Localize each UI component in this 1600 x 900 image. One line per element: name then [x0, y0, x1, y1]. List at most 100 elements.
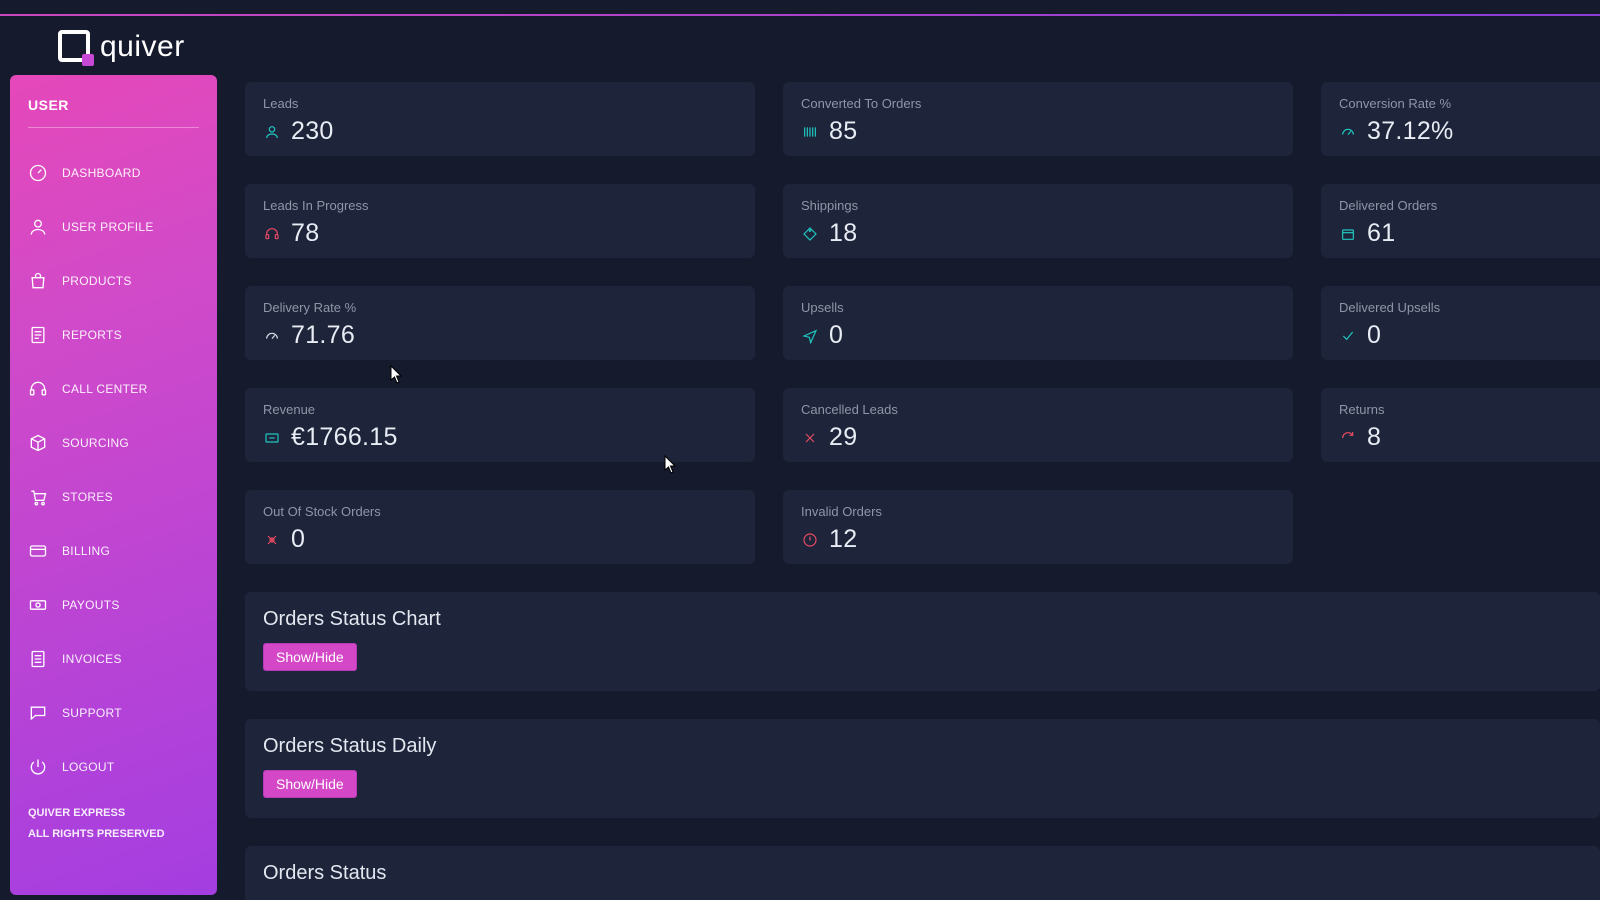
- stat-title: Converted To Orders: [801, 96, 1275, 111]
- stat-value: €1766.15: [291, 423, 398, 452]
- stat-card-conversion-rate-: Conversion Rate % 37.12%: [1321, 82, 1600, 156]
- sidebar-section-label: USER: [28, 97, 199, 128]
- stat-title: Conversion Rate %: [1339, 96, 1600, 111]
- stat-value: 29: [829, 423, 857, 452]
- stat-title: Delivered Orders: [1339, 198, 1600, 213]
- stat-value: 71.76: [291, 321, 355, 350]
- sidebar-item-label: CALL CENTER: [62, 382, 148, 396]
- stat-title: Upsells: [801, 300, 1275, 315]
- headset-icon: [263, 225, 281, 243]
- bag-icon: [28, 271, 48, 291]
- sidebar-footer: QUIVER EXPRESS ALL RIGHTS PRESERVED: [28, 803, 165, 845]
- sidebar-item-products[interactable]: PRODUCTS: [28, 254, 199, 308]
- stats-grid: Leads230 Converted To Orders 85 Conversion …: [245, 82, 1600, 564]
- sidebar-item-reports[interactable]: REPORTS: [28, 308, 199, 362]
- box-icon: [1339, 225, 1357, 243]
- card-icon: [28, 541, 48, 561]
- sidebar-item-invoices[interactable]: INVOICES: [28, 632, 199, 686]
- speed-icon: [1339, 123, 1357, 141]
- stat-value: 12: [829, 525, 857, 554]
- sidebar-item-label: STORES: [62, 490, 113, 504]
- sidebar-item-label: BILLING: [62, 544, 110, 558]
- stat-card-delivered-orders: Delivered Orders 61: [1321, 184, 1600, 258]
- stat-title: Delivery Rate %: [263, 300, 737, 315]
- stat-card-converted-to-orders: Converted To Orders 85: [783, 82, 1293, 156]
- footer-line-2: ALL RIGHTS PRESERVED: [28, 824, 165, 845]
- power-icon: [28, 757, 48, 777]
- stat-value: 8: [1367, 423, 1381, 452]
- sidebar-item-label: USER PROFILE: [62, 220, 154, 234]
- speed-icon: [263, 327, 281, 345]
- barcode-icon: [801, 123, 819, 141]
- chat-icon: [28, 703, 48, 723]
- cash-icon: [28, 595, 48, 615]
- orders-status-chart-panel: Orders Status Chart Show/Hide: [245, 592, 1600, 691]
- brand-logo: quiver: [58, 30, 185, 64]
- sidebar-item-logout[interactable]: LOGOUT: [28, 740, 199, 794]
- show-hide-button[interactable]: Show/Hide: [263, 643, 357, 671]
- stat-value: 37.12%: [1367, 117, 1454, 146]
- sidebar-item-sourcing[interactable]: SOURCING: [28, 416, 199, 470]
- sidebar-item-label: SUPPORT: [62, 706, 122, 720]
- tools-icon: [263, 531, 281, 549]
- brand-name: quiver: [100, 30, 185, 64]
- stat-title: Invalid Orders: [801, 504, 1275, 519]
- stat-card-leads: Leads230: [245, 82, 755, 156]
- panel-title: Orders Status Daily: [263, 735, 1582, 758]
- stat-value: 85: [829, 117, 857, 146]
- sidebar-item-billing[interactable]: BILLING: [28, 524, 199, 578]
- orders-status-daily-panel: Orders Status Daily Show/Hide: [245, 719, 1600, 818]
- sidebar-item-dashboard[interactable]: DASHBOARD: [28, 146, 199, 200]
- alert-icon: [801, 531, 819, 549]
- stat-title: Leads: [263, 96, 737, 111]
- sidebar-item-support[interactable]: SUPPORT: [28, 686, 199, 740]
- stat-title: Delivered Upsells: [1339, 300, 1600, 315]
- money-icon: [263, 429, 281, 447]
- stat-value: 0: [291, 525, 305, 554]
- sidebar-item-label: PAYOUTS: [62, 598, 120, 612]
- panel-title: Orders Status: [263, 862, 1582, 885]
- sidebar-item-user-profile[interactable]: USER PROFILE: [28, 200, 199, 254]
- stat-title: Revenue: [263, 402, 737, 417]
- headset-icon: [28, 379, 48, 399]
- sidebar-item-payouts[interactable]: PAYOUTS: [28, 578, 199, 632]
- sidebar-item-label: INVOICES: [62, 652, 122, 666]
- footer-line-1: QUIVER EXPRESS: [28, 803, 165, 824]
- stat-value: 78: [291, 219, 319, 248]
- x-icon: [801, 429, 819, 447]
- user-icon: [28, 217, 48, 237]
- stat-card-delivery-rate-: Delivery Rate % 71.76: [245, 286, 755, 360]
- stat-title: Out Of Stock Orders: [263, 504, 737, 519]
- doc-icon: [28, 325, 48, 345]
- sidebar-item-stores[interactable]: STORES: [28, 470, 199, 524]
- sidebar-item-label: DASHBOARD: [62, 166, 141, 180]
- sidebar-item-call-center[interactable]: CALL CENTER: [28, 362, 199, 416]
- sidebar-nav: DASHBOARD USER PROFILE PRODUCTS REPORTS CALL…: [28, 146, 199, 794]
- refresh-icon: [1339, 429, 1357, 447]
- send-icon: [801, 327, 819, 345]
- stat-card-delivered-upsells: Delivered Upsells 0: [1321, 286, 1600, 360]
- sidebar-item-label: PRODUCTS: [62, 274, 132, 288]
- stat-value: 61: [1367, 219, 1395, 248]
- cube-icon: [28, 433, 48, 453]
- stat-title: Leads In Progress: [263, 198, 737, 213]
- stat-card-returns: Returns 8: [1321, 388, 1600, 462]
- sidebar-item-label: LOGOUT: [62, 760, 114, 774]
- show-hide-button[interactable]: Show/Hide: [263, 770, 357, 798]
- orders-status-panel: Orders Status: [245, 846, 1600, 900]
- check-icon: [1339, 327, 1357, 345]
- main-content: Leads230 Converted To Orders 85 Conversion …: [245, 82, 1600, 900]
- stat-card-out-of-stock-orders: Out Of Stock Orders 0: [245, 490, 755, 564]
- sidebar-item-label: SOURCING: [62, 436, 129, 450]
- invoice-icon: [28, 649, 48, 669]
- stat-title: Shippings: [801, 198, 1275, 213]
- stat-value: 0: [1367, 321, 1381, 350]
- stat-card-cancelled-leads: Cancelled Leads29: [783, 388, 1293, 462]
- stat-value: 0: [829, 321, 843, 350]
- cart-icon: [28, 487, 48, 507]
- stat-card-invalid-orders: Invalid Orders 12: [783, 490, 1293, 564]
- accent-topline: [0, 14, 1600, 16]
- stat-title: Returns: [1339, 402, 1600, 417]
- stat-card-shippings: Shippings18: [783, 184, 1293, 258]
- user-icon: [263, 123, 281, 141]
